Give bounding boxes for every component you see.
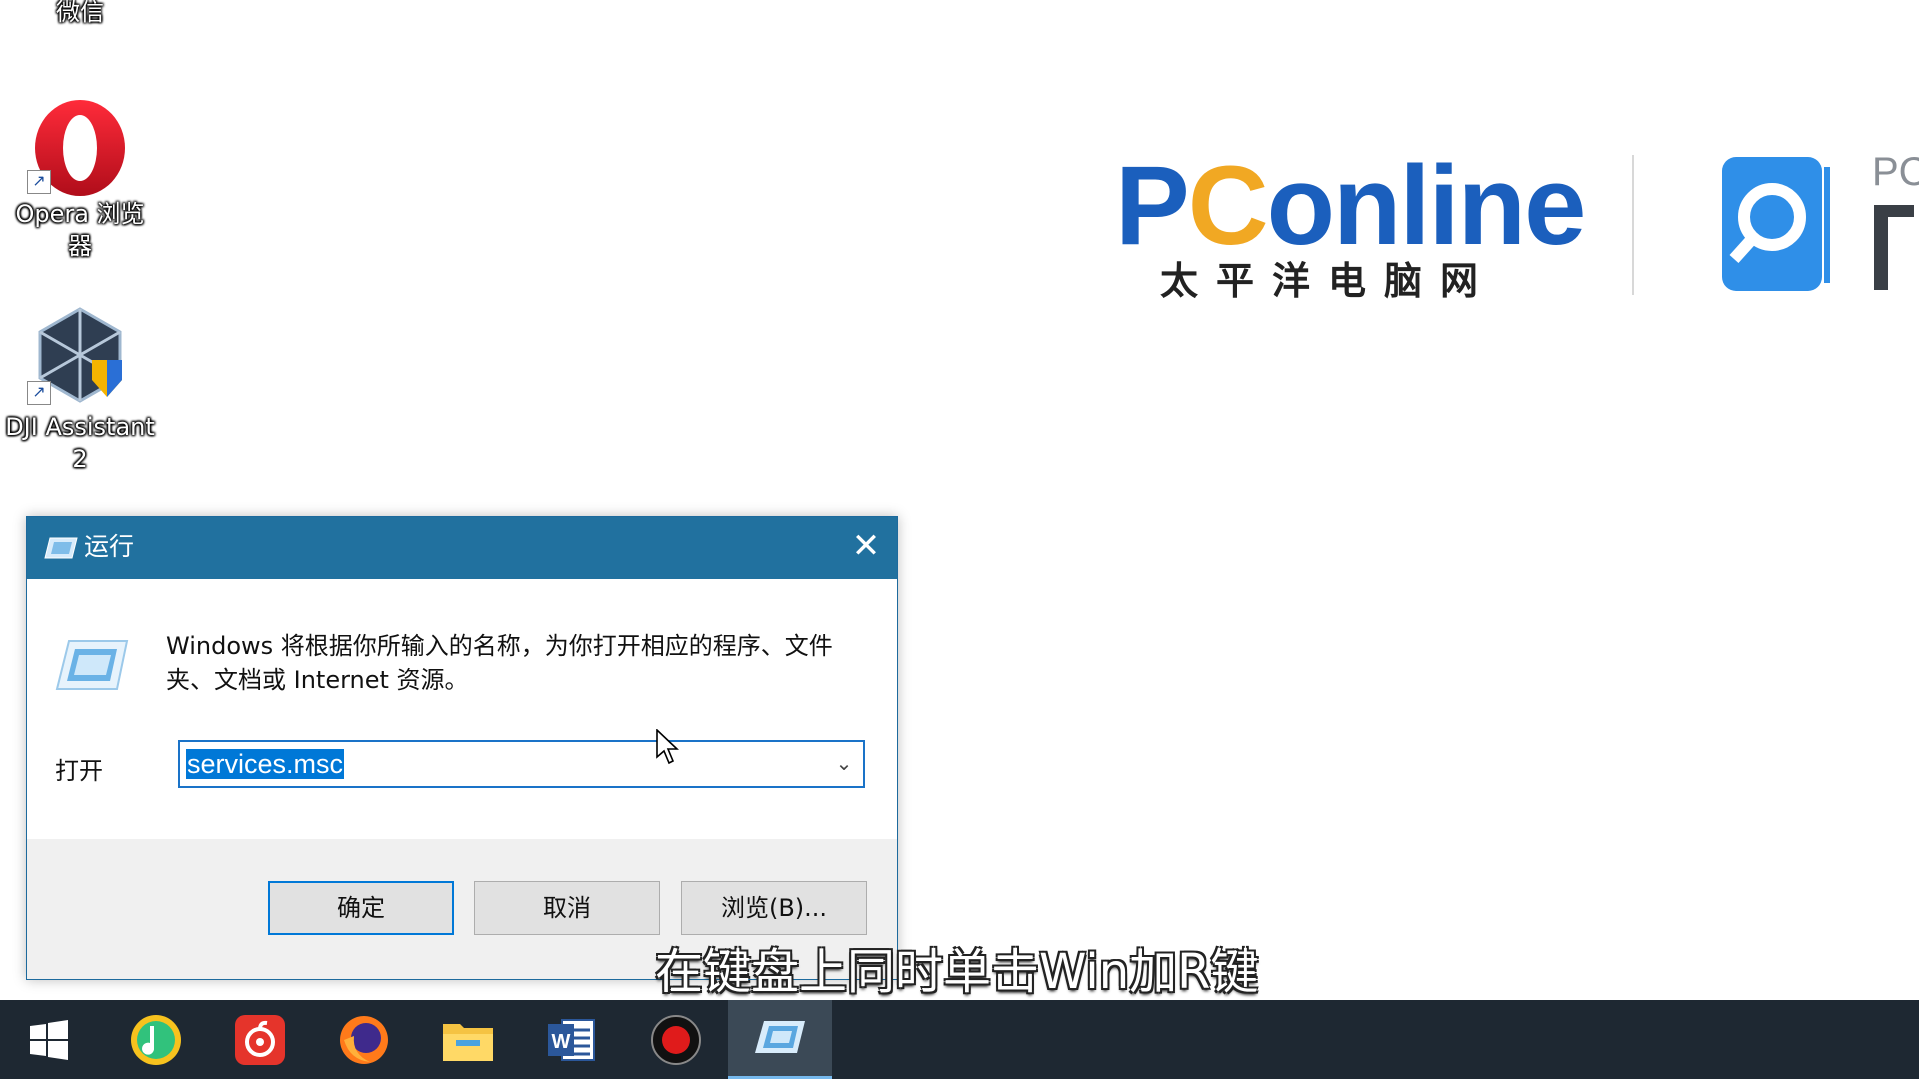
dialog-title: 运行 bbox=[84, 532, 135, 561]
shortcut-arrow-icon: ↗ bbox=[27, 381, 51, 405]
browse-button[interactable]: 浏览(B)... bbox=[681, 881, 867, 935]
file-explorer-icon bbox=[443, 1024, 493, 1061]
dialog-title-bar[interactable]: 运行 ✕ bbox=[27, 517, 897, 579]
chevron-down-icon[interactable]: ⌄ bbox=[833, 752, 855, 774]
run-icon bbox=[755, 1021, 805, 1053]
close-button[interactable]: ✕ bbox=[835, 517, 897, 579]
mouse-cursor-icon bbox=[656, 729, 680, 765]
taskbar: W bbox=[0, 1000, 1919, 1079]
desktop-icon-dji-assistant[interactable]: ↗ DJI Assistant 2 bbox=[0, 305, 160, 475]
logo-divider bbox=[1632, 155, 1634, 295]
desktop-icon-wechat[interactable]: 微信 bbox=[0, 0, 160, 28]
logo-subtitle: 太平洋电脑网 bbox=[1160, 259, 1497, 303]
logo-secondary-text: PC bbox=[1872, 150, 1919, 194]
open-input-value[interactable]: services.msc bbox=[186, 749, 345, 779]
run-program-icon bbox=[55, 640, 129, 690]
desktop-icon-label: 2 bbox=[72, 445, 88, 473]
pconline-logo: PConline 太平洋电脑网 bbox=[1115, 150, 1586, 304]
desktop-icon-label: DJI Assistant bbox=[5, 413, 155, 441]
cancel-button[interactable]: 取消 bbox=[474, 881, 660, 935]
word-icon: W bbox=[548, 1019, 595, 1061]
taskbar-file-explorer[interactable] bbox=[416, 1000, 520, 1079]
desktop-icon-opera[interactable]: ↗ Opera 浏览 器 bbox=[0, 98, 160, 262]
taskbar-run[interactable] bbox=[728, 1000, 832, 1079]
desktop-icon-label: Opera 浏览 bbox=[15, 200, 145, 228]
run-dialog: 运行 ✕ Windows 将根据你所输入的名称，为你打开相应的程序、文件夹、文档… bbox=[26, 516, 898, 980]
record-icon bbox=[651, 1015, 701, 1065]
qq-music-icon bbox=[131, 1015, 181, 1065]
windows-start-icon bbox=[30, 1020, 68, 1060]
open-label: 打开 bbox=[55, 757, 103, 785]
taskbar-netease-music[interactable] bbox=[208, 1000, 312, 1079]
close-icon: ✕ bbox=[851, 526, 881, 566]
start-button[interactable] bbox=[0, 1000, 104, 1079]
taskbar-firefox[interactable] bbox=[312, 1000, 416, 1079]
ok-button[interactable]: 确定 bbox=[268, 881, 454, 935]
search-logo-icon bbox=[1722, 157, 1830, 291]
dialog-description: Windows 将根据你所输入的名称，为你打开相应的程序、文件夹、文档或 Int… bbox=[166, 632, 833, 694]
taskbar-word[interactable]: W bbox=[520, 1000, 624, 1079]
firefox-icon bbox=[340, 1016, 388, 1064]
taskbar-screen-recorder[interactable] bbox=[624, 1000, 728, 1079]
run-icon bbox=[44, 537, 78, 559]
desktop-icon-label: 器 bbox=[68, 232, 92, 260]
logo-glyph-part bbox=[1874, 205, 1888, 290]
shortcut-arrow-icon: ↗ bbox=[27, 170, 51, 194]
desktop-icon-label: 微信 bbox=[56, 0, 104, 26]
svg-text:W: W bbox=[552, 1031, 571, 1053]
logo-wordmark: PConline bbox=[1115, 143, 1586, 268]
taskbar-qq-music[interactable] bbox=[104, 1000, 208, 1079]
netease-music-icon bbox=[235, 1015, 285, 1065]
open-combobox[interactable]: services.msc ⌄ bbox=[178, 740, 865, 788]
video-subtitle: 在键盘上同时单击Win加R键 bbox=[655, 944, 1259, 1000]
